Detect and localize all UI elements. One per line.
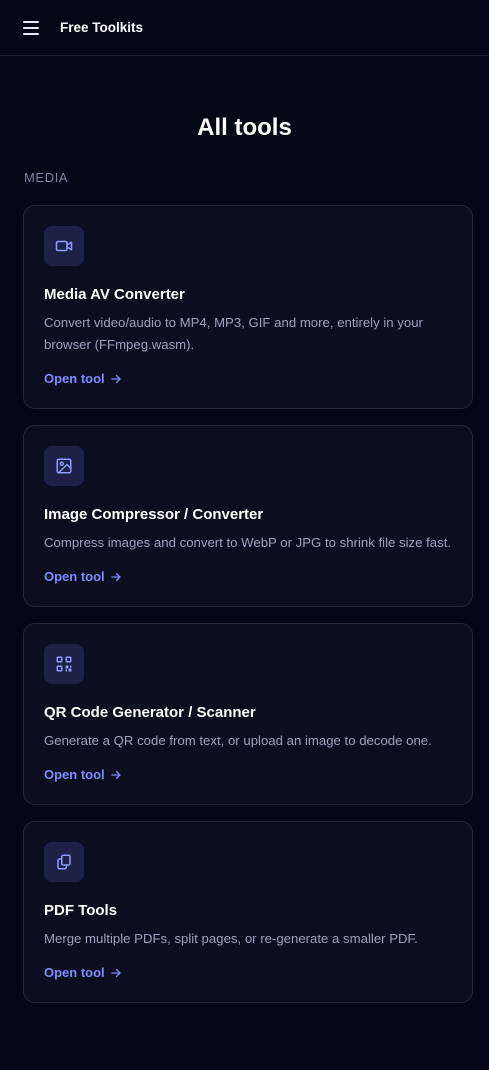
open-tool-label: Open tool [44, 767, 105, 782]
tool-card-qr-code: QR Code Generator / Scanner Generate a Q… [23, 623, 473, 805]
video-camera-icon [44, 226, 84, 266]
image-icon [44, 446, 84, 486]
qr-code-icon [44, 644, 84, 684]
brand-name[interactable]: Free Toolkits [60, 20, 143, 35]
page-title: All tools [197, 114, 292, 141]
hamburger-menu-icon[interactable] [22, 19, 42, 37]
tool-title: Image Compressor / Converter [44, 506, 264, 523]
arrow-right-icon [111, 572, 121, 582]
open-tool-link[interactable]: Open tool [44, 370, 122, 388]
arrow-right-icon [111, 770, 121, 780]
arrow-right-icon [111, 968, 121, 978]
tool-title: QR Code Generator / Scanner [44, 704, 256, 721]
open-tool-link[interactable]: Open tool [44, 568, 122, 586]
arrow-right-icon [111, 374, 121, 384]
top-bar: Free Toolkits [0, 0, 489, 56]
tool-description: Generate a QR code from text, or upload … [44, 733, 432, 748]
tool-description: Convert video/audio to MP4, MP3, GIF and… [44, 315, 423, 352]
open-tool-label: Open tool [44, 569, 105, 584]
tool-title: PDF Tools [44, 902, 118, 919]
tool-card-media-av-converter: Media AV Converter Convert video/audio t… [23, 205, 473, 409]
section-label: MEDIA [24, 170, 69, 185]
tool-card-pdf-tools: PDF Tools Merge multiple PDFs, split pag… [23, 821, 473, 1003]
open-tool-label: Open tool [44, 371, 105, 386]
tool-list: Media AV Converter Convert video/audio t… [23, 205, 473, 1003]
open-tool-link[interactable]: Open tool [44, 766, 122, 784]
open-tool-label: Open tool [44, 965, 105, 980]
files-copy-icon [44, 842, 84, 882]
tool-description: Merge multiple PDFs, split pages, or re-… [44, 931, 418, 946]
open-tool-link[interactable]: Open tool [44, 964, 122, 982]
tool-title: Media AV Converter [44, 286, 185, 303]
tool-description: Compress images and convert to WebP or J… [44, 535, 452, 550]
tool-card-image-compressor: Image Compressor / Converter Compress im… [23, 425, 473, 607]
